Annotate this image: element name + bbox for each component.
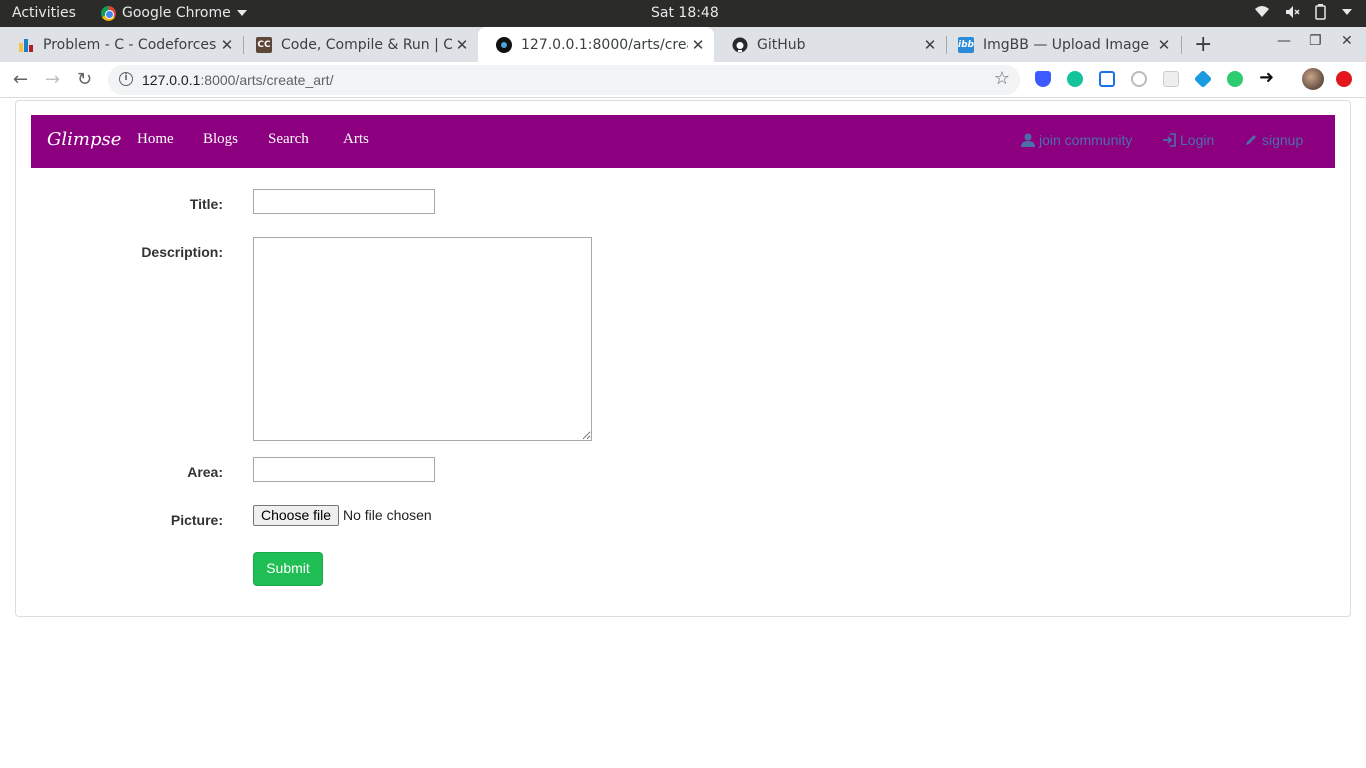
chevron-down-icon xyxy=(1342,9,1352,15)
tab-title: Code, Compile & Run | Co xyxy=(281,36,452,53)
tab-strip: Problem - C - Codeforces ✕ CC Code, Comp… xyxy=(0,27,1366,62)
nav-search[interactable]: Search xyxy=(268,131,309,148)
description-label: Description: xyxy=(141,244,223,260)
signup-link[interactable]: signup xyxy=(1244,132,1303,148)
dot-icon xyxy=(496,36,512,53)
nav-blogs[interactable]: Blogs xyxy=(203,131,238,148)
volume-muted-icon xyxy=(1286,6,1300,18)
title-label: Title: xyxy=(189,196,223,212)
close-icon[interactable]: ✕ xyxy=(1154,36,1174,54)
login-label: Login xyxy=(1180,132,1215,148)
grammarly-icon[interactable] xyxy=(1067,71,1083,87)
chrome-icon xyxy=(101,5,116,21)
arrow-extension-icon[interactable]: ➜ xyxy=(1259,67,1274,88)
site-brand[interactable]: Glimpse xyxy=(47,129,121,150)
url-path: :8000/arts/create_art/ xyxy=(200,72,334,88)
tab-github[interactable]: GitHub ✕ xyxy=(714,27,946,62)
app-menu[interactable]: Google Chrome xyxy=(101,5,247,21)
codeforces-icon xyxy=(18,37,34,53)
choose-file-button[interactable]: Choose file xyxy=(253,505,339,526)
codechef-icon: CC xyxy=(256,36,272,53)
title-input[interactable] xyxy=(253,189,435,214)
system-tray[interactable] xyxy=(1254,4,1352,20)
close-icon[interactable]: ✕ xyxy=(217,36,237,54)
clock[interactable]: Sat 18:48 xyxy=(651,5,719,21)
area-label: Area: xyxy=(187,464,223,480)
info-icon[interactable]: i xyxy=(119,72,133,86)
avatar[interactable] xyxy=(1302,68,1324,90)
tab-codeforces[interactable]: Problem - C - Codeforces ✕ xyxy=(0,27,243,62)
picture-label: Picture: xyxy=(170,512,223,528)
new-tab-button[interactable]: + xyxy=(1194,32,1212,57)
battery-icon xyxy=(1315,4,1326,20)
extension-icon[interactable] xyxy=(1099,71,1115,87)
app-name: Google Chrome xyxy=(122,5,231,21)
login-link[interactable]: Login xyxy=(1162,132,1214,148)
tab-title: ImgBB — Upload Image xyxy=(983,36,1150,53)
close-icon[interactable]: ✕ xyxy=(688,36,708,54)
join-community-label: join community xyxy=(1039,132,1133,148)
tab-title: Problem - C - Codeforces xyxy=(43,36,217,53)
signup-label: signup xyxy=(1262,132,1304,148)
tab-title: GitHub xyxy=(757,36,806,53)
url-host: 127.0.0.1 xyxy=(142,72,201,88)
browser-toolbar: ← → ↻ i 127.0.0.1:8000/arts/create_art/ … xyxy=(0,62,1366,98)
close-icon[interactable]: ✕ xyxy=(452,36,472,54)
nav-arts[interactable]: Arts xyxy=(343,131,369,148)
wifi-icon xyxy=(1255,6,1269,17)
shield-extension-icon[interactable] xyxy=(1035,71,1051,87)
reload-icon[interactable]: ↻ xyxy=(77,69,92,90)
upload-extension-icon[interactable] xyxy=(1336,71,1352,87)
chevron-down-icon xyxy=(236,10,247,16)
tab-title: 127.0.0.1:8000/arts/creat xyxy=(521,36,688,53)
forward-icon[interactable]: → xyxy=(45,69,60,90)
join-community-link[interactable]: join community xyxy=(1021,132,1132,148)
imgbb-icon: ibb xyxy=(958,36,974,53)
url-text[interactable]: 127.0.0.1:8000/arts/create_art/ xyxy=(142,72,333,88)
close-icon[interactable]: ✕ xyxy=(920,36,940,54)
address-bar[interactable]: i 127.0.0.1:8000/arts/create_art/ ☆ xyxy=(108,65,1020,95)
bookmark-star-icon[interactable]: ☆ xyxy=(994,68,1010,89)
placeholder-extension-icon[interactable] xyxy=(1163,71,1179,87)
site-navbar: Glimpse Home Blogs Search Arts join comm… xyxy=(31,115,1335,168)
web-page: Glimpse Home Blogs Search Arts join comm… xyxy=(0,98,1366,768)
minimize-icon[interactable]: — xyxy=(1277,33,1291,49)
pencil-icon xyxy=(1246,135,1256,145)
area-input[interactable] xyxy=(253,457,435,482)
file-status: No file chosen xyxy=(343,507,432,523)
github-icon xyxy=(732,37,748,53)
tab-divider xyxy=(1181,36,1182,54)
user-icon xyxy=(1021,133,1035,147)
nav-home[interactable]: Home xyxy=(137,131,174,148)
restore-icon[interactable]: ❐ xyxy=(1309,33,1322,49)
back-icon[interactable]: ← xyxy=(13,69,28,90)
timer-extension-icon[interactable] xyxy=(1131,71,1147,87)
tab-imgbb[interactable]: ibb ImgBB — Upload Image ✕ xyxy=(940,27,1180,62)
hexagon-extension-icon[interactable] xyxy=(1193,69,1213,89)
activities-button[interactable]: Activities xyxy=(12,5,76,21)
content-panel xyxy=(15,100,1351,617)
close-window-icon[interactable]: ✕ xyxy=(1341,33,1353,49)
m-extension-icon[interactable] xyxy=(1227,71,1243,87)
submit-button[interactable]: Submit xyxy=(253,552,323,586)
tab-codechef[interactable]: CC Code, Compile & Run | Co ✕ xyxy=(238,27,478,62)
tab-create-art[interactable]: 127.0.0.1:8000/arts/creat ✕ xyxy=(478,27,714,62)
system-top-bar: Activities Google Chrome Sat 18:48 xyxy=(0,0,1366,27)
description-textarea[interactable] xyxy=(253,237,592,441)
login-icon xyxy=(1163,133,1176,147)
